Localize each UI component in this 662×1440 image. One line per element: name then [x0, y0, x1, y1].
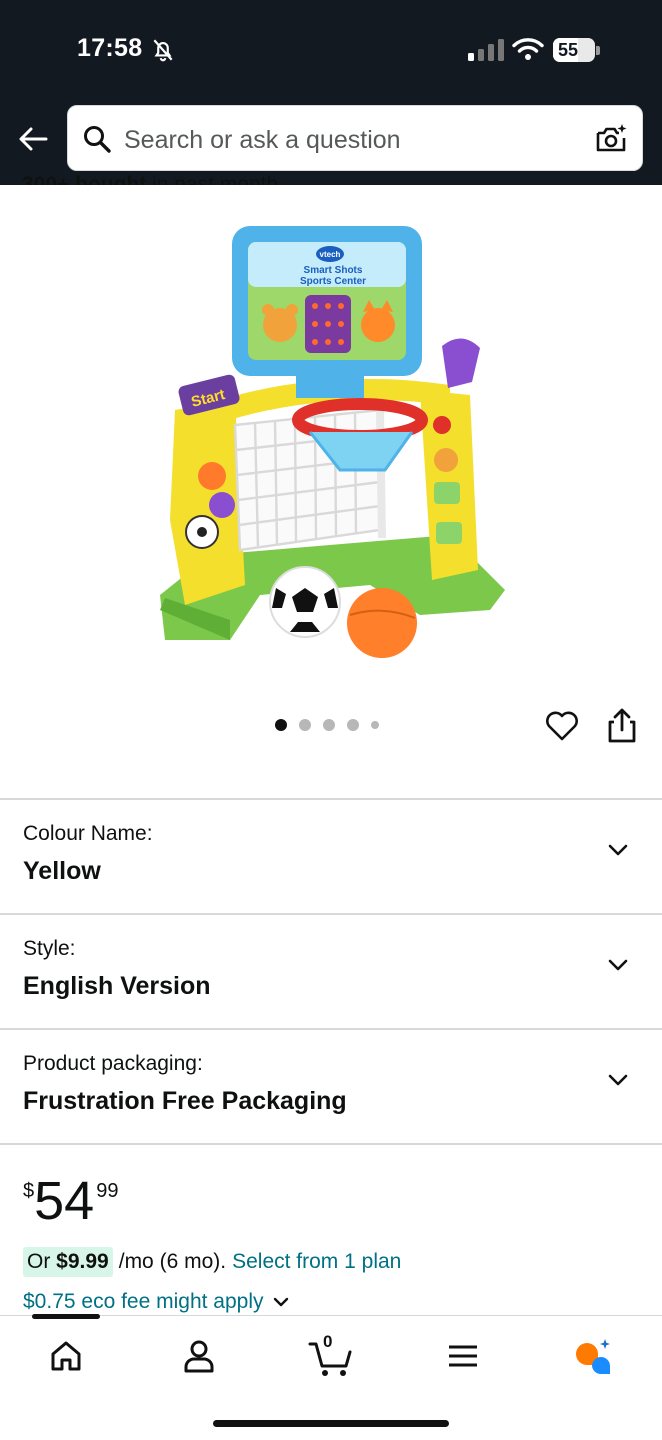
- bottom-navigation: 0: [0, 1314, 662, 1440]
- cart-button[interactable]: 0: [308, 1332, 354, 1378]
- cart-count: 0: [323, 1332, 333, 1351]
- installment-prefix: Or: [27, 1250, 51, 1273]
- camera-search-icon[interactable]: [594, 122, 628, 156]
- battery-indicator: 55: [553, 38, 595, 62]
- home-indicator-bar: [213, 1420, 449, 1427]
- price-fraction: 99: [96, 1180, 119, 1202]
- option-value: Yellow: [23, 857, 101, 885]
- carousel-dot[interactable]: [299, 719, 311, 731]
- carousel-dot[interactable]: [371, 721, 379, 729]
- share-icon[interactable]: [604, 706, 640, 744]
- wifi-icon: [512, 38, 544, 60]
- price-symbol: $: [23, 1180, 35, 1202]
- bought-count-bold: 300+ bought: [22, 173, 147, 185]
- colour-name-option[interactable]: Colour Name: Yellow: [0, 800, 662, 913]
- battery-level: 55: [558, 39, 579, 60]
- packaging-option[interactable]: Product packaging: Frustration Free Pack…: [0, 1030, 662, 1143]
- search-icon: [84, 126, 111, 153]
- cellular-signal-icon: [468, 39, 504, 61]
- product-title-line2: Sports Center: [300, 276, 366, 287]
- rufus-assistant-icon[interactable]: [572, 1336, 612, 1376]
- bought-count-rest: in past month: [146, 173, 279, 185]
- option-value: Frustration Free Packaging: [23, 1087, 347, 1115]
- carousel-dot[interactable]: [347, 719, 359, 731]
- bell-muted-icon: [153, 39, 173, 62]
- installment-amount-badge: Or $9.99: [23, 1247, 113, 1277]
- chevron-down-icon[interactable]: [606, 838, 630, 862]
- chevron-down-icon[interactable]: [606, 1068, 630, 1092]
- search-bar[interactable]: Search or ask a question: [67, 105, 643, 171]
- installment-offer: Or $9.99 /mo (6 mo). Select from 1 plan: [23, 1247, 401, 1277]
- active-tab-indicator: [32, 1314, 100, 1319]
- eco-fee-text[interactable]: $0.75 eco fee might apply: [23, 1290, 264, 1314]
- option-label: Colour Name:: [23, 822, 153, 845]
- style-option[interactable]: Style: English Version: [0, 915, 662, 1028]
- heart-icon[interactable]: [544, 708, 580, 744]
- chevron-down-icon[interactable]: [272, 1293, 290, 1311]
- product-image[interactable]: vtech Smart Shots Sports Center Start: [150, 220, 510, 660]
- image-carousel-dots[interactable]: [275, 719, 379, 731]
- chevron-down-icon[interactable]: [606, 953, 630, 977]
- account-icon[interactable]: [179, 1336, 219, 1376]
- carousel-dot[interactable]: [275, 719, 287, 731]
- product-price: $ 54 99: [23, 1172, 118, 1230]
- installment-amount: $9.99: [56, 1250, 109, 1273]
- price-whole: 54: [34, 1171, 95, 1231]
- installment-term: /mo (6 mo).: [118, 1250, 227, 1273]
- search-input[interactable]: Search or ask a question: [124, 126, 401, 155]
- select-plan-link[interactable]: Select from 1 plan: [232, 1250, 401, 1274]
- option-value: English Version: [23, 972, 211, 1000]
- carousel-dot[interactable]: [323, 719, 335, 731]
- bought-count-text: 300+ bought in past month: [22, 171, 278, 185]
- back-arrow-icon[interactable]: [16, 122, 50, 156]
- option-label: Style:: [23, 937, 76, 960]
- product-title-line1: Smart Shots: [304, 265, 363, 276]
- home-icon[interactable]: [46, 1336, 86, 1376]
- app-header: 17:58 55 Search or ask a question: [0, 0, 662, 185]
- option-label: Product packaging:: [23, 1052, 203, 1075]
- brand-logo-text: vtech: [320, 250, 341, 259]
- eco-fee-link[interactable]: $0.75 eco fee might apply: [23, 1290, 290, 1314]
- menu-icon[interactable]: [443, 1336, 483, 1376]
- status-time: 17:58: [77, 34, 143, 62]
- divider: [0, 1143, 662, 1145]
